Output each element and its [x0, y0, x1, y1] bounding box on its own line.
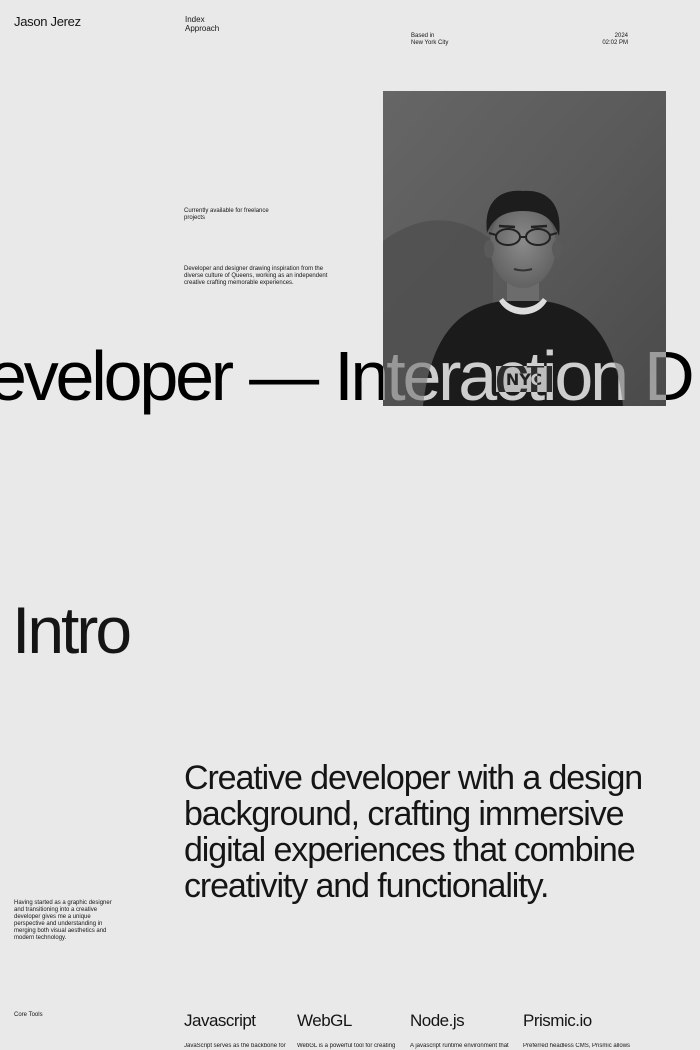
availability-text: Currently available for freelance projec… — [184, 208, 269, 221]
tool-prismic: Prismic.io Preferred headless CMS, Prism… — [523, 1010, 631, 1050]
location-label: Based in — [411, 33, 435, 39]
tool-name: Prismic.io — [523, 1011, 592, 1030]
year-label: 2024 — [614, 33, 628, 39]
location-value: New York City — [411, 40, 449, 46]
tool-javascript: Javascript JavaScript serves as the back… — [184, 1010, 292, 1050]
tool-description: Preferred headless CMS, Prismic allows — [523, 1043, 631, 1049]
intro-bio: Having started as a graphic designer and… — [14, 900, 112, 941]
tool-name: Node.js — [410, 1011, 465, 1030]
core-tools-label: Core Tools — [14, 1012, 43, 1018]
tool-nodejs: Node.js A javascript runtime environment… — [410, 1010, 518, 1050]
intro-statement: Creative developer with a design backgro… — [184, 759, 643, 905]
main-nav: Index Approach — [185, 15, 219, 33]
tool-webgl: WebGL WebGL is a powerful tool for creat… — [297, 1010, 405, 1050]
nav-link-index[interactable]: Index — [185, 15, 219, 24]
headline-marquee: eveloper — Interaction D — [0, 337, 695, 415]
tool-name: WebGL — [297, 1011, 352, 1030]
tool-description: JavaScript serves as the backbone for — [184, 1043, 286, 1049]
hero-description: Developer and designer drawing inspirati… — [184, 266, 328, 286]
clock-time: 02:02 PM — [602, 40, 628, 46]
section-title-intro: Intro — [12, 593, 132, 667]
tool-name: Javascript — [184, 1011, 256, 1030]
tool-description: WebGL is a powerful tool for creating — [297, 1043, 396, 1049]
location-block: Based in New York City — [411, 33, 448, 47]
nav-link-approach[interactable]: Approach — [185, 24, 219, 33]
tool-description: A javascript runtime environment that — [410, 1043, 509, 1049]
time-block: 2024 02:02 PM — [560, 33, 628, 47]
site-brand[interactable]: Jason Jerez — [14, 14, 81, 29]
